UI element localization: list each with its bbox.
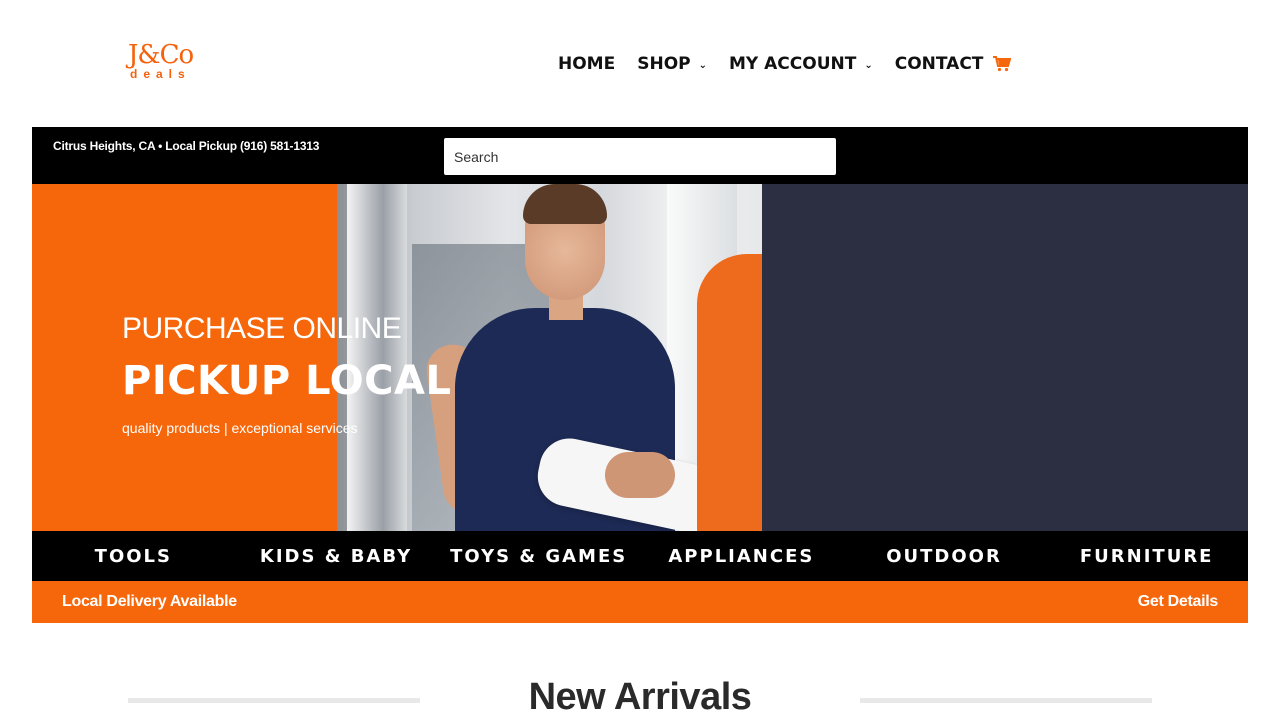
- logo-text-bottom: deals: [130, 67, 191, 81]
- category-toys-games[interactable]: TOYS & GAMES: [437, 531, 640, 581]
- chevron-down-icon: ⌄: [864, 59, 873, 71]
- nav-home[interactable]: HOME: [558, 54, 615, 74]
- search-input[interactable]: [444, 138, 836, 175]
- location-phone-text: Citrus Heights, CA • Local Pickup (916) …: [53, 139, 320, 153]
- nav-my-account[interactable]: MY ACCOUNT ⌄: [729, 54, 873, 74]
- nav-shop[interactable]: SHOP ⌄: [637, 54, 707, 74]
- hero-subtitle: PURCHASE ONLINE: [122, 312, 402, 345]
- nav-contact[interactable]: CONTACT: [895, 54, 984, 74]
- category-furniture[interactable]: FURNITURE: [1045, 531, 1248, 581]
- site-logo[interactable]: J&Co deals: [128, 42, 218, 88]
- category-bar: TOOLS KIDS & BABY TOYS & GAMES APPLIANCE…: [32, 531, 1248, 581]
- hero-banner: PURCHASE ONLINE PICKUP LOCAL quality pro…: [32, 184, 1248, 531]
- nav-my-account-label: MY ACCOUNT: [729, 54, 857, 74]
- hero-tagline: quality products | exceptional services: [122, 420, 358, 436]
- delivery-banner: Local Delivery Available Get Details: [32, 581, 1248, 623]
- main-nav: HOME SHOP ⌄ MY ACCOUNT ⌄ CONTACT: [558, 52, 1012, 76]
- category-outdoor[interactable]: OUTDOOR: [843, 531, 1046, 581]
- get-details-link[interactable]: Get Details: [1138, 593, 1219, 611]
- hero-title: PICKUP LOCAL: [122, 358, 452, 404]
- cart-icon[interactable]: [993, 56, 1012, 72]
- category-appliances[interactable]: APPLIANCES: [640, 531, 843, 581]
- chevron-down-icon: ⌄: [698, 59, 707, 71]
- info-bar: Citrus Heights, CA • Local Pickup (916) …: [32, 127, 1248, 184]
- section-title: New Arrivals: [528, 676, 752, 718]
- nav-contact-label: CONTACT: [894, 54, 984, 74]
- delivery-text: Local Delivery Available: [62, 593, 237, 610]
- nav-shop-label: SHOP: [637, 54, 691, 74]
- category-kids-baby[interactable]: KIDS & BABY: [235, 531, 438, 581]
- logo-text-top: J&Co: [128, 40, 194, 70]
- category-tools[interactable]: TOOLS: [32, 531, 235, 581]
- nav-home-label: HOME: [558, 54, 616, 74]
